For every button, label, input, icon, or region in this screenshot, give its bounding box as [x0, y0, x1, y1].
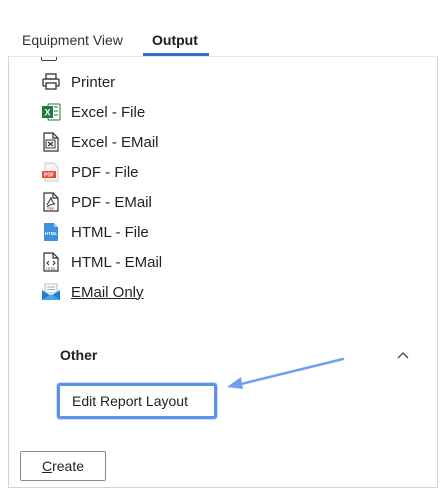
- excel-file-icon: X: [41, 102, 61, 122]
- svg-text:HTML: HTML: [46, 267, 56, 271]
- printer-icon: [41, 72, 61, 92]
- svg-text:X: X: [44, 108, 50, 118]
- output-item-label: Excel - File: [71, 103, 146, 121]
- output-item-label: PDF - File: [71, 163, 139, 181]
- output-panel: Printer X Excel - File Excel - EMail PDF…: [8, 56, 438, 488]
- output-item-excel-email[interactable]: Excel - EMail: [41, 129, 301, 155]
- create-button-mnemonic: C: [41, 458, 53, 474]
- svg-text:PDF: PDF: [44, 173, 54, 179]
- output-item-label: Excel - EMail: [71, 133, 159, 151]
- svg-text:PDF: PDF: [48, 207, 55, 211]
- output-item-pdf-file[interactable]: PDF PDF - File: [41, 159, 301, 185]
- output-item-pdf-email[interactable]: PDF PDF - EMail: [41, 189, 301, 215]
- output-item-html-email[interactable]: HTML HTML - EMail: [41, 249, 301, 275]
- edit-report-layout-button[interactable]: Edit Report Layout: [57, 383, 217, 419]
- output-item-label: HTML - EMail: [71, 253, 163, 271]
- output-item-printer[interactable]: Printer: [41, 69, 301, 95]
- output-item-html-file[interactable]: HTML HTML - File: [41, 219, 301, 245]
- html-file-icon: HTML: [41, 222, 61, 242]
- html-email-icon: HTML: [41, 252, 61, 272]
- pdf-file-icon: PDF: [41, 162, 61, 182]
- create-button[interactable]: Create: [20, 451, 106, 481]
- output-item-label: PDF - EMail: [71, 193, 152, 211]
- collapse-chevron-up-icon[interactable]: [395, 348, 411, 360]
- annotation-arrow-icon: [227, 357, 345, 389]
- create-button-label: reate: [52, 458, 85, 474]
- pdf-email-icon: PDF: [41, 192, 61, 212]
- output-item-label: EMail Only: [71, 283, 144, 301]
- svg-text:HTML: HTML: [45, 231, 58, 236]
- output-item-label: HTML - File: [71, 223, 149, 241]
- email-only-icon: [41, 282, 61, 302]
- tab-equipment-view[interactable]: Equipment View: [22, 32, 123, 48]
- output-item-email-only[interactable]: EMail Only: [41, 279, 301, 305]
- tab-output[interactable]: Output: [152, 32, 198, 48]
- partially-visible-item-icon: [41, 57, 61, 63]
- excel-email-icon: [41, 132, 61, 152]
- output-item-label: Printer: [71, 73, 116, 91]
- output-item-excel-file[interactable]: X Excel - File: [41, 99, 301, 125]
- other-section-title: Other: [60, 347, 98, 363]
